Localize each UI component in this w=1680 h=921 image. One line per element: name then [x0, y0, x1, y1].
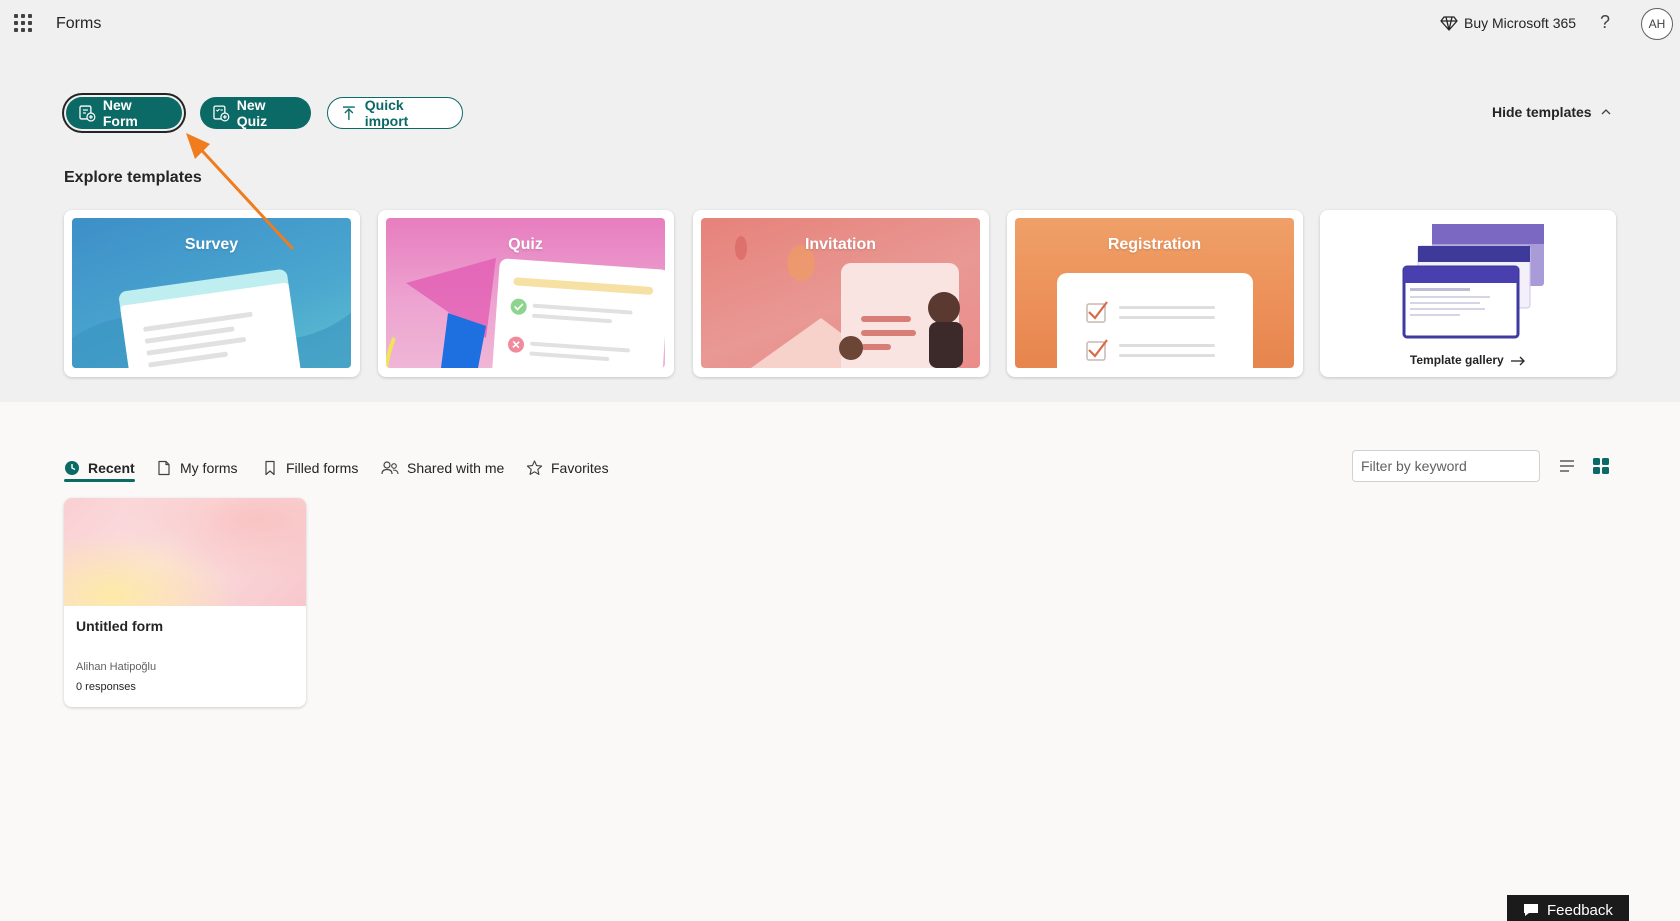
feedback-button[interactable]: Feedback: [1507, 895, 1629, 921]
new-form-button[interactable]: New Form: [66, 97, 182, 129]
chevron-up-icon: [1601, 109, 1611, 115]
filter-by-keyword-input[interactable]: [1352, 450, 1540, 482]
invitation-illustration: Invitation: [701, 218, 980, 368]
form-card[interactable]: Untitled form Alihan Hatipoğlu 0 respons…: [64, 498, 306, 707]
tab-my-forms[interactable]: My forms: [156, 456, 238, 480]
tab-recent[interactable]: Recent: [64, 456, 135, 480]
new-quiz-label: New Quiz: [236, 97, 268, 129]
registration-title: Registration: [1107, 236, 1202, 253]
form-owner: Alihan Hatipoğlu: [76, 661, 157, 673]
annotation-arrow: [186, 133, 294, 250]
bookmark-icon: [265, 460, 275, 476]
tab-favorites[interactable]: Favorites: [526, 456, 609, 480]
template-gallery-link[interactable]: Template gallery: [1320, 353, 1616, 367]
quick-import-button[interactable]: Quick import: [327, 97, 463, 129]
buy-label: Buy Microsoft 365: [1464, 15, 1577, 31]
avatar[interactable]: AH: [1641, 8, 1673, 40]
feedback-label: Feedback: [1547, 901, 1613, 919]
form-title: Untitled form: [76, 618, 164, 634]
tab-filled-forms-label: Filled forms: [286, 460, 359, 476]
document-icon: [158, 460, 170, 476]
template-gallery-label: Template gallery: [1409, 353, 1504, 367]
hide-templates-label: Hide templates: [1492, 104, 1592, 120]
grid-view-icon[interactable]: [1592, 457, 1610, 475]
tab-recent-label: Recent: [88, 460, 135, 476]
gallery-stack-illustration: [1402, 224, 1544, 339]
tab-shared-label: Shared with me: [407, 460, 505, 476]
template-gallery-card[interactable]: Template gallery: [1320, 210, 1616, 377]
chat-icon: [1524, 904, 1538, 916]
arrow-right-icon: [1511, 356, 1525, 366]
app-header: Forms Buy Microsoft 365 ? AH: [0, 0, 1680, 48]
template-card-invitation[interactable]: Invitation: [693, 210, 989, 377]
new-quiz-button[interactable]: New Quiz: [200, 97, 311, 129]
app-launcher-icon[interactable]: [14, 14, 32, 32]
clock-icon: [65, 461, 79, 475]
tab-filled-forms[interactable]: Filled forms: [262, 456, 358, 480]
help-icon[interactable]: ?: [1600, 12, 1610, 33]
quiz-illustration: Quiz: [386, 218, 665, 368]
tab-shared-with-me[interactable]: Shared with me: [381, 456, 504, 480]
template-card-registration[interactable]: Registration: [1007, 210, 1303, 377]
registration-illustration: Registration: [1015, 218, 1294, 368]
tab-my-forms-label: My forms: [180, 460, 238, 476]
tab-favorites-label: Favorites: [551, 460, 609, 476]
diamond-icon: [1440, 16, 1458, 31]
star-icon: [526, 460, 543, 475]
buy-microsoft-365-link[interactable]: Buy Microsoft 365: [1440, 14, 1576, 32]
quiz-title: Quiz: [508, 236, 543, 253]
list-view-icon[interactable]: [1558, 457, 1576, 475]
form-thumbnail: [64, 498, 306, 606]
invitation-title: Invitation: [804, 236, 877, 253]
active-tab-indicator: [64, 479, 135, 482]
new-form-label: New Form: [102, 97, 138, 129]
form-responses: 0 responses: [76, 681, 136, 693]
upload-icon: [342, 106, 355, 120]
new-form-icon: [79, 105, 96, 122]
quick-import-label: Quick import: [364, 97, 409, 129]
app-title[interactable]: Forms: [56, 15, 101, 33]
template-card-quiz[interactable]: Quiz: [378, 210, 674, 377]
people-icon: [381, 461, 399, 475]
new-quiz-icon: [213, 105, 230, 122]
hide-templates-button[interactable]: Hide templates: [1492, 104, 1612, 120]
